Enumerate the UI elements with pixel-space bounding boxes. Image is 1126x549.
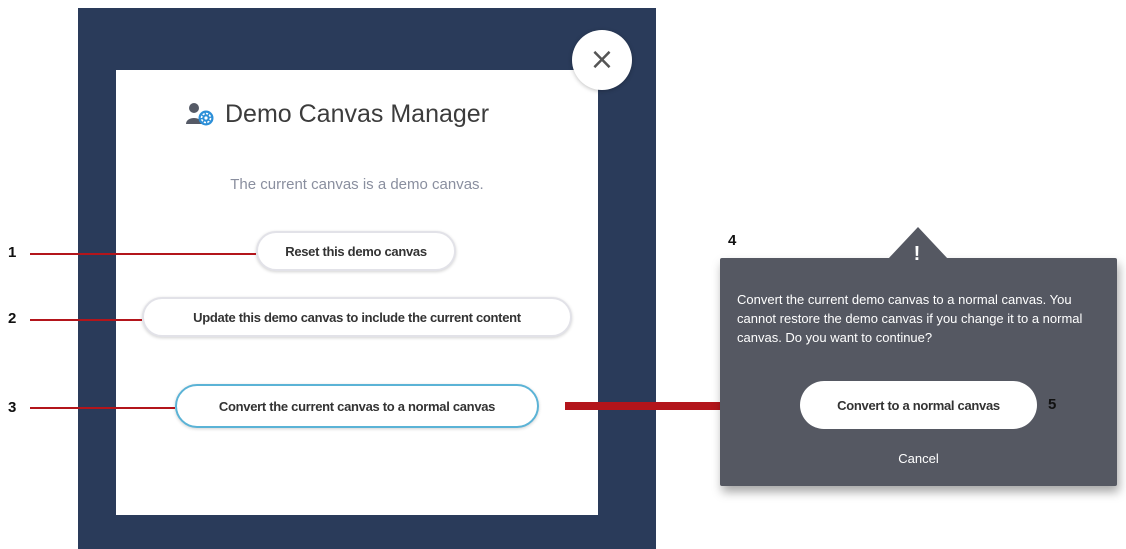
update-demo-canvas-button[interactable]: Update this demo canvas to include the c… [142, 297, 572, 337]
demo-canvas-manager-dialog [116, 70, 598, 515]
popup-message: Convert the current demo canvas to a nor… [737, 292, 1083, 345]
marker-4: 4 [728, 232, 737, 249]
marker-1: 1 [8, 244, 17, 261]
dialog-title: Demo Canvas Manager [185, 94, 489, 134]
convert-to-normal-canvas-button[interactable]: Convert the current canvas to a normal c… [175, 384, 539, 428]
marker-3: 3 [8, 399, 17, 416]
close-icon: × [589, 42, 615, 77]
user-settings-icon [186, 103, 214, 126]
dialog-subtitle: The current canvas is a demo canvas. [230, 176, 484, 193]
callout-line-3 [30, 407, 175, 409]
close-button[interactable]: × [572, 30, 632, 90]
marker-2: 2 [8, 310, 17, 327]
callout-line-1 [30, 253, 256, 255]
reset-demo-canvas-button[interactable]: Reset this demo canvas [256, 231, 456, 271]
confirm-convert-button[interactable]: Convert to a normal canvas [800, 381, 1037, 429]
dialog-title-text: Demo Canvas Manager [225, 99, 490, 128]
cancel-button[interactable]: Cancel [720, 451, 1117, 466]
marker-5: 5 [1048, 396, 1057, 413]
callout-line-2 [30, 319, 142, 321]
exclamation-icon: ! [913, 243, 921, 265]
